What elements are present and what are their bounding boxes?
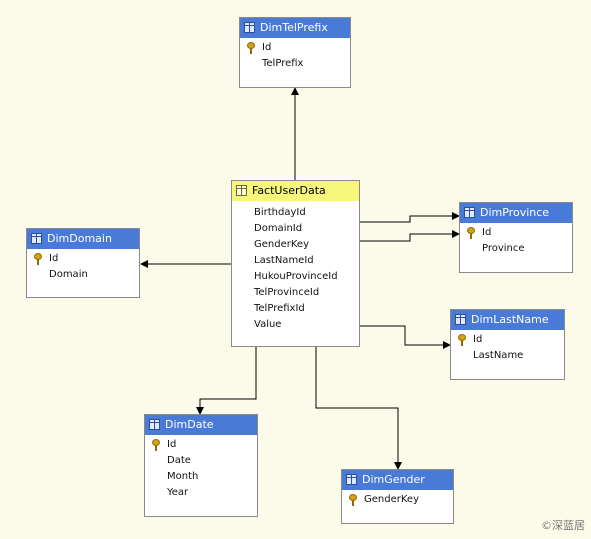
table-title: DimProvince (480, 206, 550, 219)
table-icon (464, 207, 475, 218)
watermark: ©深蓝居 (541, 519, 585, 532)
key-icon (152, 439, 160, 452)
dim-tel-prefix-table[interactable]: DimTelPrefix Id TelPrefix (239, 17, 351, 88)
fact-user-data-table[interactable]: FactUserData BirthdayId DomainId GenderK… (231, 180, 360, 347)
table-title: DimTelPrefix (260, 21, 328, 34)
key-icon (34, 253, 42, 266)
key-icon (458, 334, 466, 347)
column-name: Id (482, 227, 492, 238)
fact-user-data-header[interactable]: FactUserData (232, 181, 359, 201)
column-name: Id (262, 42, 272, 53)
column-row[interactable]: BirthdayId (232, 205, 359, 221)
column-name: DomainId (254, 223, 303, 234)
column-row[interactable]: Id (240, 40, 350, 56)
column-row[interactable]: HukouProvinceId (232, 269, 359, 285)
table-icon (31, 233, 42, 244)
column-name: Domain (49, 269, 88, 280)
column-row[interactable]: TelPrefixId (232, 301, 359, 317)
key-icon (349, 494, 357, 507)
column-name: BirthdayId (254, 207, 306, 218)
column-row[interactable]: Year (145, 485, 257, 501)
dim-date-header[interactable]: DimDate (145, 415, 257, 435)
column-name: GenderKey (364, 494, 419, 505)
table-icon (149, 419, 160, 430)
relation-line-last-name[interactable] (360, 325, 451, 349)
column-name: Value (254, 319, 282, 330)
column-row[interactable]: GenderKey (342, 492, 453, 508)
column-name: TelProvinceId (254, 287, 320, 298)
dim-gender-header[interactable]: DimGender (342, 470, 453, 490)
column-name: Province (482, 243, 525, 254)
relation-line-gender[interactable] (315, 346, 402, 470)
column-row[interactable]: LastName (451, 348, 564, 364)
column-row[interactable]: Date (145, 453, 257, 469)
column-row[interactable]: Domain (27, 267, 139, 283)
table-icon (346, 474, 357, 485)
dim-last-name-header[interactable]: DimLastName (451, 310, 564, 330)
key-icon (247, 42, 255, 55)
table-icon (455, 314, 466, 325)
column-name: LastNameId (254, 255, 314, 266)
table-icon (236, 185, 247, 196)
relation-line-hukou-province[interactable] (360, 212, 460, 223)
table-title: FactUserData (252, 184, 326, 197)
table-title: DimDomain (47, 232, 112, 245)
column-row[interactable]: Id (27, 251, 139, 267)
column-row[interactable]: Province (460, 241, 572, 257)
table-icon (244, 22, 255, 33)
table-title: DimDate (165, 418, 214, 431)
column-row[interactable]: TelProvinceId (232, 285, 359, 301)
dim-province-table[interactable]: DimProvince Id Province (459, 202, 573, 273)
dim-last-name-table[interactable]: DimLastName Id LastName (450, 309, 565, 380)
relation-line-tel-province[interactable] (360, 230, 460, 242)
column-name: Id (473, 334, 483, 345)
column-row[interactable]: DomainId (232, 221, 359, 237)
column-name: GenderKey (254, 239, 309, 250)
column-name: TelPrefixId (254, 303, 305, 314)
key-icon (467, 227, 475, 240)
column-row[interactable]: Id (460, 225, 572, 241)
table-title: DimLastName (471, 313, 549, 326)
column-row[interactable]: Id (145, 437, 257, 453)
column-row[interactable]: Id (451, 332, 564, 348)
dim-province-header[interactable]: DimProvince (460, 203, 572, 223)
relation-line-date[interactable] (196, 346, 257, 415)
dim-gender-table[interactable]: DimGender GenderKey (341, 469, 454, 524)
column-name: Id (49, 253, 59, 264)
column-row[interactable]: Value (232, 317, 359, 333)
column-row[interactable]: Month (145, 469, 257, 485)
column-name: Date (167, 455, 191, 466)
dim-date-table[interactable]: DimDate Id Date Month Year (144, 414, 258, 517)
dim-domain-table[interactable]: DimDomain Id Domain (26, 228, 140, 298)
diagram-canvas: DimTelPrefix Id TelPrefix FactUserData B… (0, 0, 591, 539)
column-row[interactable]: TelPrefix (240, 56, 350, 72)
column-row[interactable]: GenderKey (232, 237, 359, 253)
dim-domain-header[interactable]: DimDomain (27, 229, 139, 249)
dim-tel-prefix-header[interactable]: DimTelPrefix (240, 18, 350, 38)
column-name: Id (167, 439, 177, 450)
column-name: Month (167, 471, 199, 482)
column-name: Year (167, 487, 189, 498)
column-name: TelPrefix (262, 58, 304, 69)
table-title: DimGender (362, 473, 425, 486)
column-name: HukouProvinceId (254, 271, 338, 282)
column-name: LastName (473, 350, 524, 361)
column-row[interactable]: LastNameId (232, 253, 359, 269)
